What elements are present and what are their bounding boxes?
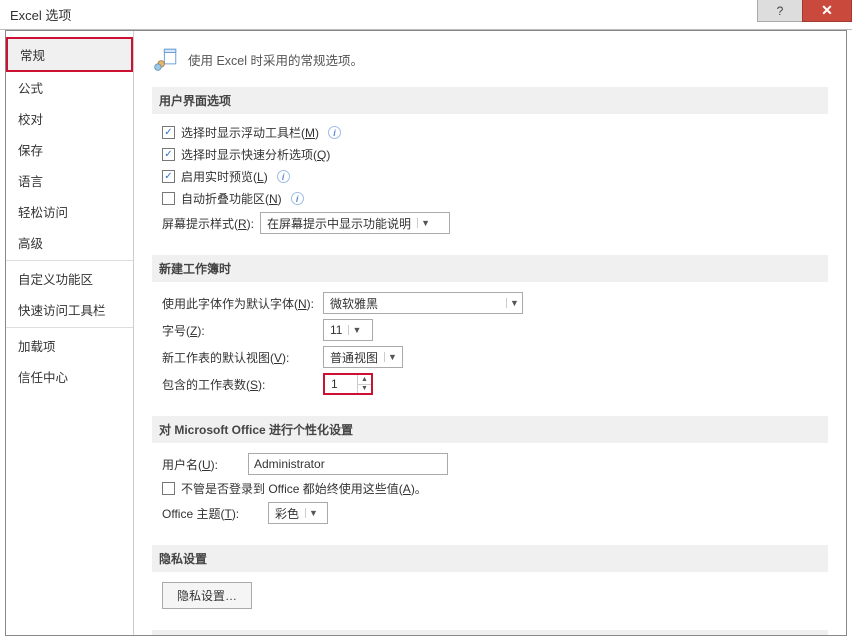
row-default-view: 新工作表的默认视图(V): 普通视图 ▼ — [158, 346, 822, 368]
titlebar: Excel 选项 ? ✕ — [0, 0, 852, 30]
label-quick-analysis: 选择时显示快速分析选项(Q) — [181, 146, 330, 163]
label-mini-toolbar: 选择时显示浮动工具栏(M) — [181, 124, 319, 141]
sidebar-item-general[interactable]: 常规 — [8, 39, 131, 70]
row-username: 用户名(U): Administrator — [158, 453, 822, 475]
combo-value: 在屏幕提示中显示功能说明 — [261, 215, 417, 232]
section-head-newbook: 新建工作簿时 — [152, 255, 828, 282]
checkbox-live-preview[interactable]: ✓ — [162, 170, 175, 183]
sidebar-item-language[interactable]: 语言 — [6, 165, 133, 196]
sidebar-item-label: 保存 — [18, 144, 43, 158]
combo-default-view[interactable]: 普通视图 ▼ — [323, 346, 403, 368]
checkbox-mini-toolbar[interactable]: ✓ — [162, 126, 175, 139]
combo-default-font[interactable]: 微软雅黑 ▼ — [323, 292, 523, 314]
sidebar-item-save[interactable]: 保存 — [6, 134, 133, 165]
sidebar-item-label: 快速访问工具栏 — [18, 304, 106, 318]
sidebar: 常规 公式 校对 保存 语言 轻松访问 高级 自定义功能区 快速访问工具栏 加载… — [6, 31, 134, 635]
info-icon[interactable]: i — [291, 192, 304, 205]
sidebar-item-formulas[interactable]: 公式 — [6, 72, 133, 103]
sidebar-item-label: 轻松访问 — [18, 206, 68, 220]
combo-value: 普通视图 — [324, 349, 384, 366]
row-office-theme: Office 主题(T): 彩色 ▼ — [158, 502, 822, 524]
sidebar-item-addins[interactable]: 加载项 — [6, 330, 133, 361]
row-auto-collapse: 自动折叠功能区(N) i — [158, 190, 822, 207]
sidebar-item-qat[interactable]: 快速访问工具栏 — [6, 294, 133, 328]
section-privacy: 隐私设置… — [152, 582, 828, 624]
combo-value: 彩色 — [269, 505, 305, 522]
row-always-use: 不管是否登录到 Office 都始终使用这些值(A)。 — [158, 480, 822, 497]
spinner-value: 1 — [325, 375, 357, 393]
checkbox-always-use[interactable] — [162, 482, 175, 495]
input-username[interactable]: Administrator — [248, 453, 448, 475]
sidebar-item-trust[interactable]: 信任中心 — [6, 361, 133, 392]
combo-font-size[interactable]: 11 ▼ — [323, 319, 373, 341]
label-username: 用户名(U): — [162, 456, 242, 473]
general-options-icon — [152, 45, 180, 73]
sidebar-item-label: 加载项 — [18, 340, 56, 354]
help-button[interactable]: ? — [757, 0, 803, 22]
combo-value: 微软雅黑 — [324, 295, 506, 312]
spinner-sheet-count[interactable]: 1 ▲ ▼ — [323, 373, 373, 395]
spinner-up-icon[interactable]: ▲ — [358, 375, 371, 384]
label-live-preview: 启用实时预览(L) — [181, 168, 268, 185]
label-auto-collapse: 自动折叠功能区(N) — [181, 190, 282, 207]
label-default-view: 新工作表的默认视图(V): — [162, 349, 317, 366]
content-frame: 常规 公式 校对 保存 语言 轻松访问 高级 自定义功能区 快速访问工具栏 加载… — [5, 30, 847, 636]
sidebar-item-label: 常规 — [20, 49, 45, 63]
checkbox-auto-collapse[interactable] — [162, 192, 175, 205]
row-font-size: 字号(Z): 11 ▼ — [158, 319, 822, 341]
titlebar-buttons: ? ✕ — [757, 0, 852, 29]
input-value: Administrator — [254, 457, 325, 471]
content-panel: 使用 Excel 时采用的常规选项。 用户界面选项 ✓ 选择时显示浮动工具栏(M… — [134, 31, 846, 635]
sidebar-item-label: 高级 — [18, 237, 43, 251]
row-default-font: 使用此字体作为默认字体(N): 微软雅黑 ▼ — [158, 292, 822, 314]
sidebar-item-proofing[interactable]: 校对 — [6, 103, 133, 134]
row-mini-toolbar: ✓ 选择时显示浮动工具栏(M) i — [158, 124, 822, 141]
close-button[interactable]: ✕ — [802, 0, 852, 22]
page-header-text: 使用 Excel 时采用的常规选项。 — [188, 50, 363, 69]
section-head-privacy: 隐私设置 — [152, 545, 828, 572]
row-sheet-count: 包含的工作表数(S): 1 ▲ ▼ — [158, 373, 822, 395]
row-screentip: 屏幕提示样式(R): 在屏幕提示中显示功能说明 ▼ — [158, 212, 822, 234]
info-icon[interactable]: i — [277, 170, 290, 183]
combo-screentip[interactable]: 在屏幕提示中显示功能说明 ▼ — [260, 212, 450, 234]
section-head-personalize: 对 Microsoft Office 进行个性化设置 — [152, 416, 828, 443]
window-title: Excel 选项 — [10, 5, 71, 24]
sidebar-item-label: 自定义功能区 — [18, 273, 93, 287]
section-newbook: 使用此字体作为默认字体(N): 微软雅黑 ▼ 字号(Z): 11 ▼ 新工作表的… — [152, 292, 828, 410]
sidebar-item-customize-ribbon[interactable]: 自定义功能区 — [6, 263, 133, 294]
label-office-theme: Office 主题(T): — [162, 505, 262, 522]
chevron-down-icon: ▼ — [348, 325, 364, 335]
section-personalize: 用户名(U): Administrator 不管是否登录到 Office 都始终… — [152, 453, 828, 539]
chevron-down-icon: ▼ — [384, 352, 400, 362]
chevron-down-icon: ▼ — [506, 298, 522, 308]
section-ui: ✓ 选择时显示浮动工具栏(M) i ✓ 选择时显示快速分析选项(Q) ✓ 启用实… — [152, 124, 828, 249]
label-default-font: 使用此字体作为默认字体(N): — [162, 295, 317, 312]
sidebar-item-label: 语言 — [18, 175, 43, 189]
label-font-size: 字号(Z): — [162, 322, 317, 339]
combo-value: 11 — [324, 323, 348, 337]
sidebar-item-label: 校对 — [18, 113, 43, 127]
sidebar-item-ease[interactable]: 轻松访问 — [6, 196, 133, 227]
spinner-down-icon[interactable]: ▼ — [358, 384, 371, 394]
combo-office-theme[interactable]: 彩色 ▼ — [268, 502, 328, 524]
label-screentip: 屏幕提示样式(R): — [162, 215, 254, 232]
info-icon[interactable]: i — [328, 126, 341, 139]
section-head-ui: 用户界面选项 — [152, 87, 828, 114]
page-header: 使用 Excel 时采用的常规选项。 — [152, 45, 828, 73]
privacy-settings-button[interactable]: 隐私设置… — [162, 582, 252, 609]
section-head-startup: 启动选项 — [152, 630, 828, 635]
sidebar-item-label: 公式 — [18, 82, 43, 96]
chevron-down-icon: ▼ — [305, 508, 321, 518]
label-sheet-count: 包含的工作表数(S): — [162, 376, 317, 393]
label-always-use: 不管是否登录到 Office 都始终使用这些值(A)。 — [181, 480, 427, 497]
sidebar-item-label: 信任中心 — [18, 371, 68, 385]
chevron-down-icon: ▼ — [417, 218, 433, 228]
sidebar-item-advanced[interactable]: 高级 — [6, 227, 133, 261]
row-quick-analysis: ✓ 选择时显示快速分析选项(Q) — [158, 146, 822, 163]
row-live-preview: ✓ 启用实时预览(L) i — [158, 168, 822, 185]
checkbox-quick-analysis[interactable]: ✓ — [162, 148, 175, 161]
